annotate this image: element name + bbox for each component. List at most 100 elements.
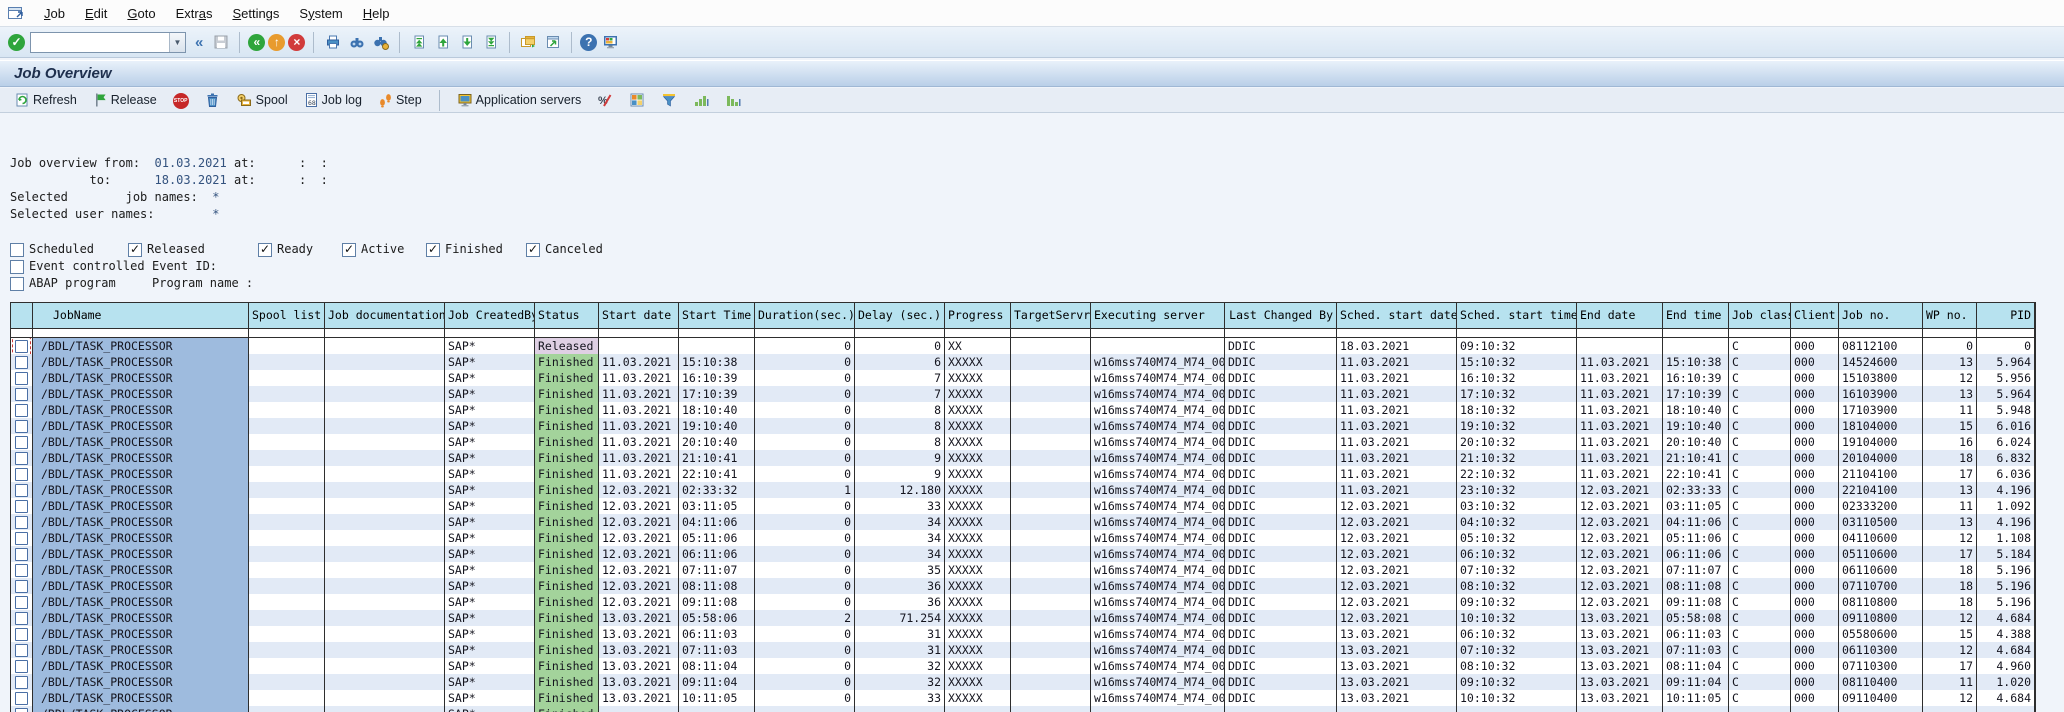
cell-jobclass[interactable]: C: [1729, 642, 1791, 658]
cell-changedby[interactable]: DDIC: [1225, 578, 1337, 594]
cell-duration[interactable]: 0: [755, 354, 855, 370]
cell-jobclass[interactable]: C: [1729, 386, 1791, 402]
cell-scheddate[interactable]: 12.03.2021: [1337, 530, 1457, 546]
cell-schedtime[interactable]: 19:10:32: [1457, 418, 1577, 434]
cell-schedtime[interactable]: 23:10:32: [1457, 482, 1577, 498]
cell-status[interactable]: Finished: [535, 354, 599, 370]
cell-wpno[interactable]: 12: [1923, 370, 1977, 386]
cell-duration[interactable]: 0: [755, 562, 855, 578]
cell-createdby[interactable]: SAP*: [445, 498, 535, 514]
cell-spool[interactable]: [249, 690, 325, 706]
step-button[interactable]: Step: [374, 91, 426, 109]
cell-target[interactable]: [1011, 594, 1091, 610]
checkbox-abap-program[interactable]: ABAP program: [10, 275, 152, 292]
cell-schedtime[interactable]: 08:10:32: [1457, 578, 1577, 594]
cell-jobdoc[interactable]: [325, 466, 445, 482]
cell-delay[interactable]: 12.180: [855, 482, 945, 498]
cell-schedtime[interactable]: 07:10:32: [1457, 562, 1577, 578]
cell-status[interactable]: Finished: [535, 594, 599, 610]
cell-starttime[interactable]: 06:11:06: [679, 546, 755, 562]
cell-jobdoc[interactable]: [325, 434, 445, 450]
table-row[interactable]: /BDL/TASK_PROCESSORSAP*Finished13.03.202…: [11, 674, 2035, 690]
cell-pid[interactable]: 6.832: [1977, 450, 2035, 466]
cell-schedtime[interactable]: 15:10:32: [1457, 354, 1577, 370]
cell-pid[interactable]: 5.184: [1977, 546, 2035, 562]
cell-changedby[interactable]: DDIC: [1225, 434, 1337, 450]
cell-changedby[interactable]: DDIC: [1225, 642, 1337, 658]
cell-startdate[interactable]: 13.03.2021: [599, 674, 679, 690]
cell-delay[interactable]: 35: [855, 562, 945, 578]
cell-startdate[interactable]: [599, 338, 679, 354]
cell-duration[interactable]: 0: [755, 514, 855, 530]
cell-wpno[interactable]: 15: [1923, 626, 1977, 642]
cell-delay[interactable]: 8: [855, 418, 945, 434]
cell-duration[interactable]: 1: [755, 482, 855, 498]
cell-spool[interactable]: [249, 418, 325, 434]
cell-delay[interactable]: 7: [855, 370, 945, 386]
cell-scheddate[interactable]: 11.03.2021: [1337, 418, 1457, 434]
checkbox-active[interactable]: Active: [342, 241, 426, 258]
row-select-cell[interactable]: [11, 434, 33, 450]
column-header-jobclass[interactable]: Job class: [1729, 303, 1791, 328]
cell-startdate[interactable]: 11.03.2021: [599, 418, 679, 434]
command-field-dropdown-icon[interactable]: ▼: [169, 33, 185, 52]
menu-item-help[interactable]: Help: [353, 3, 400, 24]
cell-startdate[interactable]: 13.03.2021: [599, 626, 679, 642]
cell-delay[interactable]: 9: [855, 450, 945, 466]
cell-scheddate[interactable]: 13.03.2021: [1337, 690, 1457, 706]
cell-starttime[interactable]: [679, 706, 755, 712]
cell-status[interactable]: Finished: [535, 642, 599, 658]
cell-starttime[interactable]: 05:58:06: [679, 610, 755, 626]
cell-scheddate[interactable]: 13.03.2021: [1337, 674, 1457, 690]
cell-createdby[interactable]: SAP*: [445, 594, 535, 610]
cell-enddate[interactable]: 13.03.2021: [1577, 642, 1663, 658]
row-checkbox[interactable]: [15, 660, 28, 673]
cell-createdby[interactable]: SAP*: [445, 418, 535, 434]
cell-duration[interactable]: 0: [755, 418, 855, 434]
cell-startdate[interactable]: 12.03.2021: [599, 530, 679, 546]
create-shortcut-icon[interactable]: [542, 32, 563, 53]
cell-pid[interactable]: 1.092: [1977, 498, 2035, 514]
row-checkbox[interactable]: [15, 612, 28, 625]
cell-pid[interactable]: 5.948: [1977, 402, 2035, 418]
cell-target[interactable]: [1011, 450, 1091, 466]
cell-createdby[interactable]: SAP*: [445, 562, 535, 578]
cell-enddate[interactable]: 11.03.2021: [1577, 402, 1663, 418]
row-checkbox[interactable]: [15, 676, 28, 689]
cell-jobclass[interactable]: C: [1729, 498, 1791, 514]
cell-jobname[interactable]: /BDL/TASK_PROCESSOR: [33, 338, 249, 354]
cell-jobname[interactable]: /BDL/TASK_PROCESSOR: [33, 642, 249, 658]
cell-progress[interactable]: XXXXX: [945, 578, 1011, 594]
cell-spool[interactable]: [249, 370, 325, 386]
cell-changedby[interactable]: DDIC: [1225, 562, 1337, 578]
cell-delay[interactable]: 31: [855, 626, 945, 642]
row-checkbox[interactable]: [15, 564, 28, 577]
cell-schedtime[interactable]: 03:10:32: [1457, 498, 1577, 514]
cell-endtime[interactable]: 20:10:40: [1663, 434, 1729, 450]
table-row[interactable]: /BDL/TASK_PROCESSORSAP*Finished12.03.202…: [11, 498, 2035, 514]
cell-jobname[interactable]: /BDL/TASK_PROCESSOR: [33, 402, 249, 418]
cell-duration[interactable]: 0: [755, 450, 855, 466]
system-menu-icon[interactable]: [6, 4, 26, 22]
row-checkbox[interactable]: [15, 692, 28, 705]
cell-server[interactable]: w16mss740M74_M74_00: [1091, 402, 1225, 418]
column-header-enddate[interactable]: End date: [1577, 303, 1663, 328]
cell-changedby[interactable]: DDIC: [1225, 610, 1337, 626]
cell-status[interactable]: Finished: [535, 626, 599, 642]
cell-startdate[interactable]: 13.03.2021: [599, 690, 679, 706]
cell-schedtime[interactable]: 16:10:32: [1457, 370, 1577, 386]
cell-startdate[interactable]: 12.03.2021: [599, 594, 679, 610]
cell-wpno[interactable]: 0: [1923, 338, 1977, 354]
cell-server[interactable]: w16mss740M74_M74_00: [1091, 690, 1225, 706]
row-checkbox[interactable]: [15, 452, 28, 465]
cell-pid[interactable]: 1.020: [1977, 674, 2035, 690]
cell-starttime[interactable]: 17:10:39: [679, 386, 755, 402]
cell-delay[interactable]: 0: [855, 338, 945, 354]
cell-jobno[interactable]: 22104100: [1839, 482, 1923, 498]
table-row[interactable]: /BDL/TASK_PROCESSORSAP*Finished11.03.202…: [11, 354, 2035, 370]
cell-scheddate[interactable]: 12.03.2021: [1337, 546, 1457, 562]
cell-client[interactable]: 000: [1791, 370, 1839, 386]
cell-progress[interactable]: XXXXX: [945, 642, 1011, 658]
cell-enddate[interactable]: 13.03.2021: [1577, 690, 1663, 706]
column-header-starttime[interactable]: Start Time: [679, 303, 755, 328]
